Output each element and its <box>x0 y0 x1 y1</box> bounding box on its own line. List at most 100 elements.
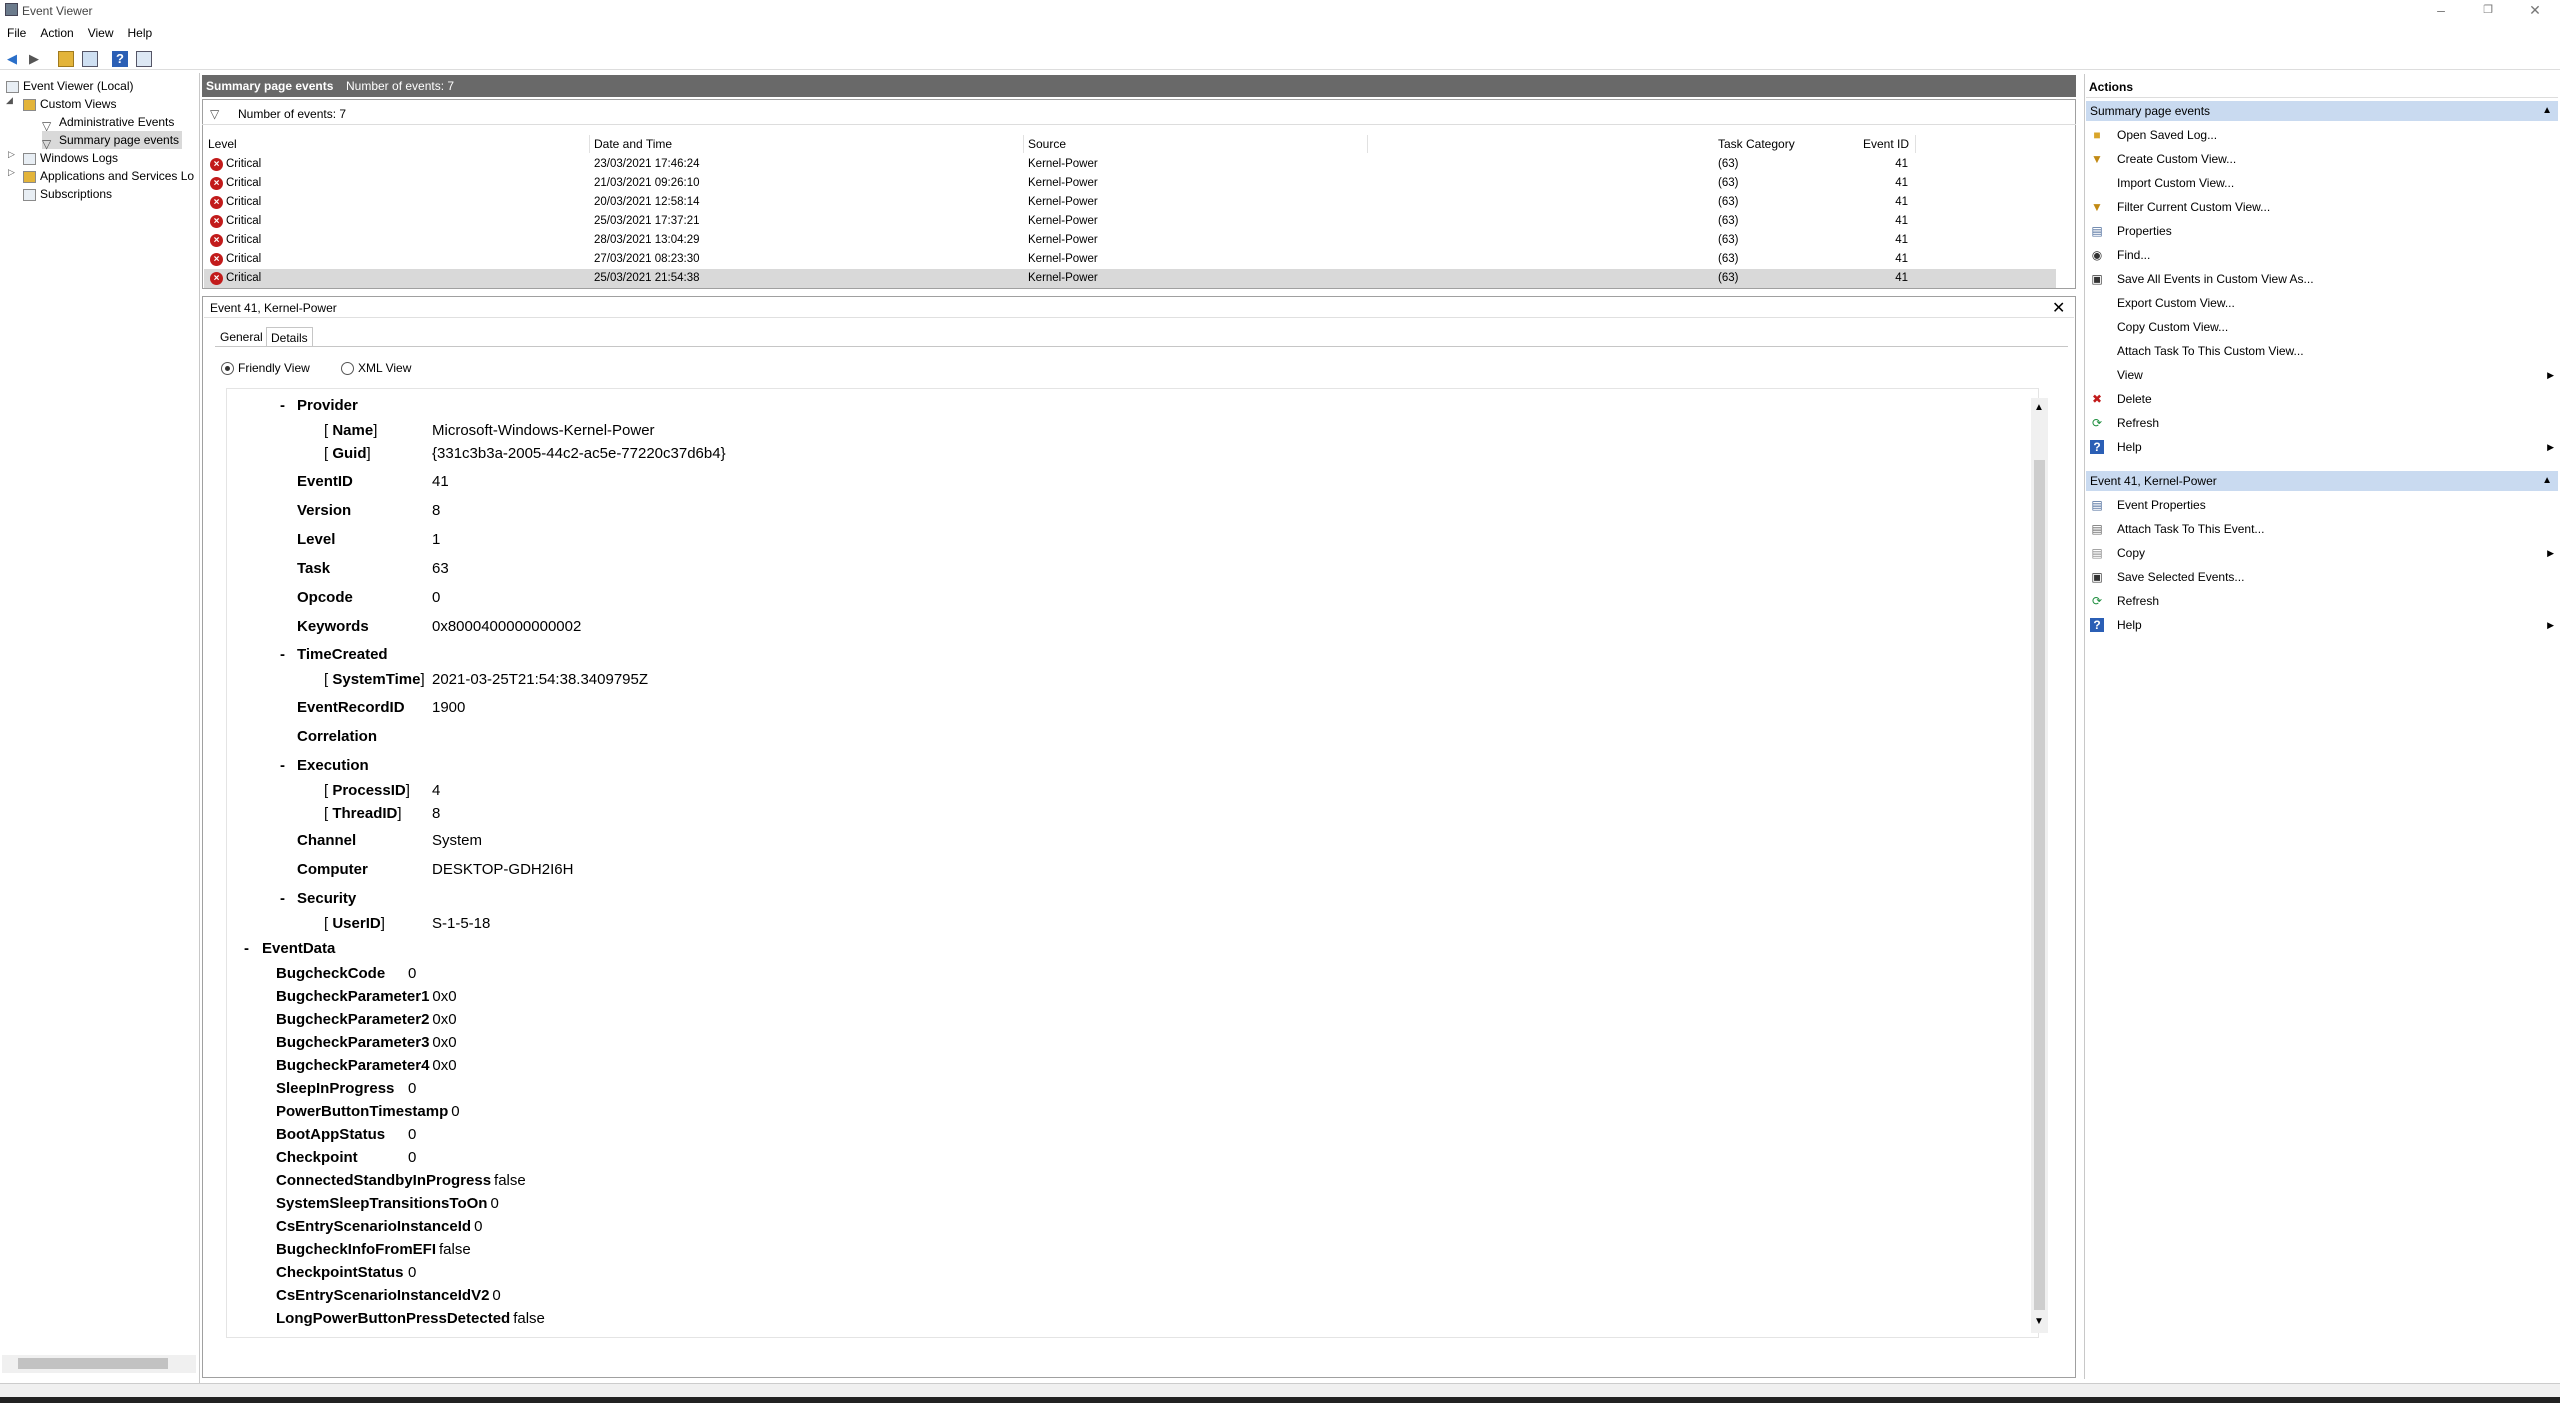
eventdata-value[interactable]: false <box>494 1171 526 1191</box>
action-attach-task-to-this-custom-view[interactable]: Attach Task To This Custom View... <box>2090 340 2558 362</box>
collapse-up-icon[interactable]: ▲ <box>2542 101 2552 121</box>
table-row[interactable]: × Critical 20/03/2021 12:58:14 Kernel-Power… <box>204 193 2056 212</box>
threadid-value[interactable]: 8 <box>432 804 440 824</box>
tree-item-admin-events[interactable]: ▽ Administrative Events <box>42 113 174 133</box>
minimize-button[interactable]: – <box>2418 0 2464 22</box>
collapse-execution[interactable]: - <box>280 756 285 776</box>
collapse-timecreated[interactable]: - <box>280 645 285 665</box>
menu-help[interactable]: Help <box>121 24 160 42</box>
radio-xml-view[interactable]: XML View <box>341 360 411 376</box>
eventdata-value[interactable]: 0x0 <box>432 1033 456 1053</box>
action-event-properties[interactable]: ▤ Event Properties <box>2090 494 2558 516</box>
action-refresh[interactable]: ⟳ Refresh <box>2090 412 2558 434</box>
systemtime-value[interactable]: 2021-03-25T21:54:38.3409795Z <box>432 670 648 690</box>
keywords-value[interactable]: 0x8000400000000002 <box>432 617 581 637</box>
name-value[interactable]: Microsoft-Windows-Kernel-Power <box>432 421 655 441</box>
action-create-custom-view[interactable]: ▼ Create Custom View... <box>2090 148 2558 170</box>
scrollbar-thumb[interactable] <box>2034 460 2045 1310</box>
back-icon[interactable]: ◀ <box>4 51 20 67</box>
close-icon[interactable]: ✕ <box>2052 298 2065 318</box>
eventdata-value[interactable]: 0x0 <box>432 1010 456 1030</box>
recordid-value[interactable]: 1900 <box>432 698 465 718</box>
action-find[interactable]: ◉ Find... <box>2090 244 2558 266</box>
table-row[interactable]: × Critical 23/03/2021 17:46:24 Kernel-Power… <box>204 155 2056 174</box>
tree-item-app-services[interactable]: Applications and Services Lo <box>23 167 194 185</box>
eventdata-value[interactable]: 0 <box>408 964 416 984</box>
action-save-selected-events[interactable]: ▣ Save Selected Events... <box>2090 566 2558 588</box>
tab-details[interactable]: Details <box>266 327 313 347</box>
menu-action[interactable]: Action <box>33 24 80 42</box>
tree-item-root[interactable]: Event Viewer (Local) <box>6 77 134 95</box>
table-row[interactable]: × Critical 27/03/2021 08:23:30 Kernel-Power… <box>204 250 2056 269</box>
menu-file[interactable]: File <box>0 24 33 42</box>
eventdata-value[interactable]: 0 <box>474 1217 482 1237</box>
tree-item-subscriptions[interactable]: Subscriptions <box>23 185 112 203</box>
column-source[interactable]: Source <box>1024 135 1368 153</box>
tree-item-custom-views[interactable]: Custom Views <box>23 95 116 113</box>
forward-icon[interactable]: ▶ <box>26 51 42 67</box>
action-export-custom-view[interactable]: Export Custom View... <box>2090 292 2558 314</box>
column-date[interactable]: Date and Time <box>590 135 1024 153</box>
radio-friendly-view[interactable]: Friendly View <box>221 360 310 376</box>
chevron-right-icon[interactable]: ▷ <box>8 149 18 160</box>
action-view[interactable]: View ▶ <box>2090 364 2558 386</box>
actions-section-event[interactable]: Event 41, Kernel-Power ▲ <box>2086 471 2558 491</box>
eventdata-value[interactable]: 0 <box>408 1079 416 1099</box>
channel-value[interactable]: System <box>432 831 482 851</box>
action-delete[interactable]: ✖ Delete <box>2090 388 2558 410</box>
eventdata-value[interactable]: 0 <box>408 1263 416 1283</box>
opcode-value[interactable]: 0 <box>432 588 440 608</box>
eventdata-value[interactable]: 0 <box>451 1102 459 1122</box>
collapse-up-icon[interactable]: ▲ <box>2542 471 2552 491</box>
table-row[interactable]: × Critical 21/03/2021 09:26:10 Kernel-Power… <box>204 174 2056 193</box>
table-row[interactable]: × Critical 25/03/2021 17:37:21 Kernel-Power… <box>204 212 2056 231</box>
action-copy[interactable]: ▤ Copy ▶ <box>2090 542 2558 564</box>
scrollbar-thumb[interactable] <box>18 1358 168 1369</box>
eventdata-value[interactable]: 0x0 <box>432 1056 456 1076</box>
restore-button[interactable]: ❐ <box>2465 0 2511 22</box>
column-level[interactable]: Level <box>204 135 590 153</box>
table-row[interactable]: × Critical 28/03/2021 13:04:29 Kernel-Power… <box>204 231 2056 250</box>
table-row[interactable]: × Critical 25/03/2021 21:54:38 Kernel-Power… <box>204 269 2056 288</box>
actions-section-summary[interactable]: Summary page events ▲ <box>2086 101 2558 121</box>
eventdata-value[interactable]: 0 <box>490 1194 498 1214</box>
help-icon[interactable]: ? <box>112 51 128 67</box>
tab-general[interactable]: General <box>216 327 267 347</box>
task-value[interactable]: 63 <box>432 559 449 579</box>
scroll-down-icon[interactable]: ▼ <box>2034 1316 2044 1327</box>
tree-item-summary-events[interactable]: ▽ Summary page events <box>42 131 183 151</box>
version-value[interactable]: 8 <box>432 501 440 521</box>
action-help[interactable]: ? Help ▶ <box>2090 436 2558 458</box>
action-import-custom-view[interactable]: Import Custom View... <box>2090 172 2558 194</box>
computer-value[interactable]: DESKTOP-GDH2I6H <box>432 860 573 880</box>
collapse-eventdata[interactable]: - <box>244 939 249 959</box>
eventdata-value[interactable]: 0 <box>408 1148 416 1168</box>
eventdata-value[interactable]: 0x0 <box>432 987 456 1007</box>
show-hide-tree-icon[interactable] <box>82 51 98 67</box>
action-save-all-events-in-custom-view-as[interactable]: ▣ Save All Events in Custom View As... <box>2090 268 2558 290</box>
up-folder-icon[interactable] <box>58 51 74 67</box>
menu-view[interactable]: View <box>81 24 121 42</box>
eventdata-value[interactable]: 0 <box>408 1125 416 1145</box>
action-properties[interactable]: ▤ Properties <box>2090 220 2558 242</box>
userid-value[interactable]: S-1-5-18 <box>432 914 490 934</box>
guid-value[interactable]: {331c3b3a-2005-44c2-ac5e-77220c37d6b4} <box>432 444 726 464</box>
level-value[interactable]: 1 <box>432 530 440 550</box>
tree-horizontal-scrollbar[interactable] <box>2 1355 196 1373</box>
scroll-up-icon[interactable]: ▲ <box>2034 402 2044 413</box>
collapse-provider[interactable]: - <box>280 396 285 416</box>
eventdata-value[interactable]: false <box>513 1309 545 1329</box>
column-task[interactable]: Task Category <box>1714 135 2054 153</box>
close-button[interactable]: ✕ <box>2512 0 2558 22</box>
action-help[interactable]: ? Help ▶ <box>2090 614 2558 636</box>
chevron-right-icon[interactable]: ▷ <box>8 167 18 178</box>
action-attach-task-to-this-event[interactable]: ▤ Attach Task To This Event... <box>2090 518 2558 540</box>
show-action-pane-icon[interactable] <box>136 51 152 67</box>
action-filter-current-custom-view[interactable]: ▼ Filter Current Custom View... <box>2090 196 2558 218</box>
eventdata-value[interactable]: 0 <box>492 1286 500 1306</box>
collapse-security[interactable]: - <box>280 889 285 909</box>
action-refresh[interactable]: ⟳ Refresh <box>2090 590 2558 612</box>
chevron-down-icon[interactable]: ◢ <box>6 95 16 106</box>
eventid-value[interactable]: 41 <box>432 472 449 492</box>
processid-value[interactable]: 4 <box>432 781 440 801</box>
